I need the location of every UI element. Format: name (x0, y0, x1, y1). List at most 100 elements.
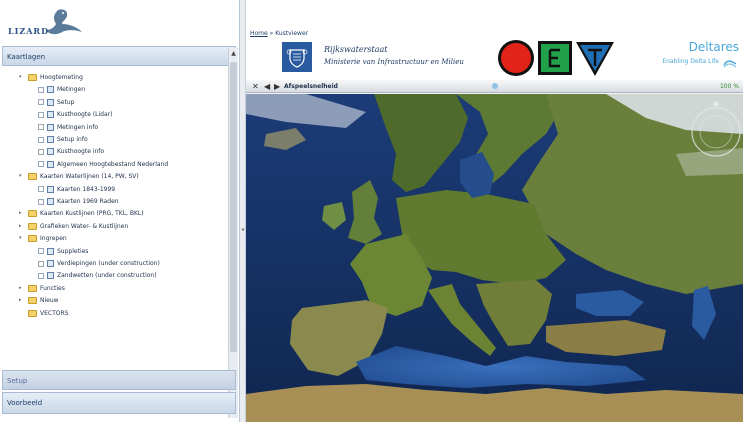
logo-text: LIZARD (8, 26, 49, 36)
layer-item[interactable]: Kusthoogte info (38, 146, 104, 157)
back-icon[interactable]: ◀ (264, 81, 270, 92)
forward-icon[interactable]: ▶ (274, 81, 280, 92)
layer-label: VECTORS (40, 309, 69, 317)
layer-checkbox[interactable] (38, 248, 44, 255)
layer-item[interactable]: Kaarten 1843-1999 (38, 184, 115, 195)
layer-checkbox[interactable] (38, 86, 44, 93)
map-view[interactable] (246, 94, 743, 422)
layer-label: Metingen (57, 86, 85, 94)
expand-right-icon[interactable]: ▸ (19, 221, 22, 232)
layer-item[interactable]: Kusthoogte (Lidar) (38, 109, 112, 120)
layer-checkbox[interactable] (38, 161, 44, 168)
triangle-sign-icon (576, 42, 614, 76)
scroll-thumb[interactable] (230, 62, 237, 352)
layer-icon (47, 160, 54, 168)
expand-right-icon[interactable]: ▸ (19, 295, 22, 306)
expand-right-icon[interactable]: ▸ (19, 283, 22, 294)
layer-item[interactable]: Metingen (38, 84, 85, 95)
stop-sign-icon (498, 40, 534, 76)
layer-icon (47, 260, 54, 267)
layer-item[interactable]: Algemeen Hoogtebestand Nederland (38, 159, 168, 170)
deltares-logo: Deltares Enabling Delta Life (626, 40, 741, 76)
folder-icon (28, 284, 37, 292)
folder-icon (28, 297, 37, 305)
layer-item[interactable]: Suppleties (38, 246, 88, 257)
layer-icon (47, 111, 54, 119)
breadcrumb: Home » Kustviewer (250, 30, 308, 37)
expand-down-icon[interactable]: ▾ (19, 72, 22, 83)
folder-icon (28, 74, 37, 81)
layer-icon (47, 185, 54, 193)
layer-icon (47, 272, 54, 280)
expand-right-icon[interactable]: ▸ (19, 208, 22, 219)
layer-icon (47, 247, 54, 255)
layer-label: Kusthoogte (Lidar) (57, 111, 113, 119)
folder-icon (28, 222, 37, 230)
layer-checkbox[interactable] (38, 260, 44, 267)
speed-slider-handle[interactable] (492, 83, 498, 89)
layer-checkbox[interactable] (38, 272, 44, 279)
layer-icon (47, 198, 54, 205)
layer-label: Kaarten 1843-1999 (57, 185, 116, 193)
layer-label: Grafieken Water- & Kustlijnen (40, 222, 129, 230)
layer-folder[interactable]: ▸ Nieuw (19, 295, 59, 306)
layer-label: Algemeen Hoogtebestand Nederland (57, 160, 169, 168)
map-toolbar: ✕ ◀ ▶ Afspeelsnelheid 100 % (246, 80, 743, 93)
layer-scrollbar[interactable]: ▲ ▼ (228, 48, 238, 418)
layer-item[interactable]: Verdiepingen (under construction) (38, 258, 160, 269)
layer-folder[interactable]: ▾ Hoogtemeting (19, 72, 83, 83)
traffic-signs-logo (498, 40, 614, 76)
app-window: LIZARD Kaartlagen ▾ Hoogtemeting Metingen S… (0, 0, 743, 422)
layer-checkbox[interactable] (38, 148, 44, 155)
layer-label: Metingen info (57, 123, 99, 131)
layer-folder[interactable]: ▸ Functies (19, 283, 65, 294)
layer-item[interactable]: Metingen info (38, 122, 98, 133)
close-icon[interactable]: ✕ (252, 81, 259, 92)
voorbeeld-panel-header[interactable]: Voorbeeld (2, 392, 236, 414)
breadcrumb-current: Kustviewer (275, 30, 309, 37)
scroll-up-icon[interactable]: ▲ (230, 50, 237, 57)
expand-down-icon[interactable]: ▾ (19, 233, 22, 244)
layer-icon (47, 98, 54, 106)
layer-label: Kusthoogte info (57, 148, 105, 156)
layer-checkbox[interactable] (38, 99, 44, 106)
partner-name: Deltares (688, 40, 739, 54)
folder-icon (28, 309, 37, 317)
layer-folder[interactable]: VECTORS (28, 308, 68, 319)
ministry-subtitle: Ministerie van Infrastructuur en Milieu (324, 58, 464, 66)
layer-folder[interactable]: ▸ Grafieken Water- & Kustlijnen (19, 221, 129, 232)
layer-checkbox[interactable] (38, 124, 44, 131)
breadcrumb-home-link[interactable]: Home (250, 30, 268, 37)
layer-checkbox[interactable] (38, 136, 44, 143)
layer-item[interactable]: Zandwetten (under construction) (38, 270, 157, 281)
layer-label: Suppleties (57, 247, 89, 255)
page-header: Home » Kustviewer Rijkswaterstaat Minist… (246, 0, 743, 80)
delta-wave-icon (723, 60, 737, 68)
layer-item[interactable]: Kaarten 1969 Raden (38, 196, 119, 207)
layer-label: Setup info (57, 136, 88, 143)
collapse-handle-icon[interactable]: ◂ (241, 226, 244, 233)
layer-item[interactable]: Setup (38, 97, 74, 108)
layer-label: Nieuw (40, 297, 59, 305)
layer-panel: LIZARD Kaartlagen ▾ Hoogtemeting Metingen S… (0, 0, 240, 422)
layer-folder[interactable]: ▾ Kaarten Waterlijnen (14, PW, SV) (19, 171, 139, 182)
layer-label: Ingrepen (40, 235, 67, 243)
folder-icon (28, 235, 37, 243)
playback-speed-label: Afspeelsnelheid (284, 83, 338, 90)
ministry-name: Rijkswaterstaat (324, 45, 388, 54)
expand-down-icon[interactable]: ▾ (19, 171, 22, 182)
breadcrumb-separator: » (269, 30, 274, 37)
layer-folder[interactable]: ▾ Ingrepen (19, 233, 67, 244)
folder-icon (28, 173, 37, 181)
layer-label: Kaarten 1969 Raden (57, 198, 119, 205)
layer-checkbox[interactable] (38, 111, 44, 118)
layer-folder[interactable]: ▸ Kaarten Kustlijnen (PRG, TKL, BKL) (19, 208, 144, 219)
layers-panel-header[interactable]: Kaartlagen (2, 46, 236, 66)
layer-icon (47, 86, 54, 94)
setup-panel-header[interactable]: Setup (2, 370, 236, 390)
layer-checkbox[interactable] (38, 198, 44, 205)
zoom-level: 100 % (719, 83, 739, 90)
layer-item[interactable]: Setup info (38, 134, 88, 145)
layer-label: Kaarten Waterlijnen (14, PW, SV) (40, 173, 139, 181)
layer-checkbox[interactable] (38, 186, 44, 193)
